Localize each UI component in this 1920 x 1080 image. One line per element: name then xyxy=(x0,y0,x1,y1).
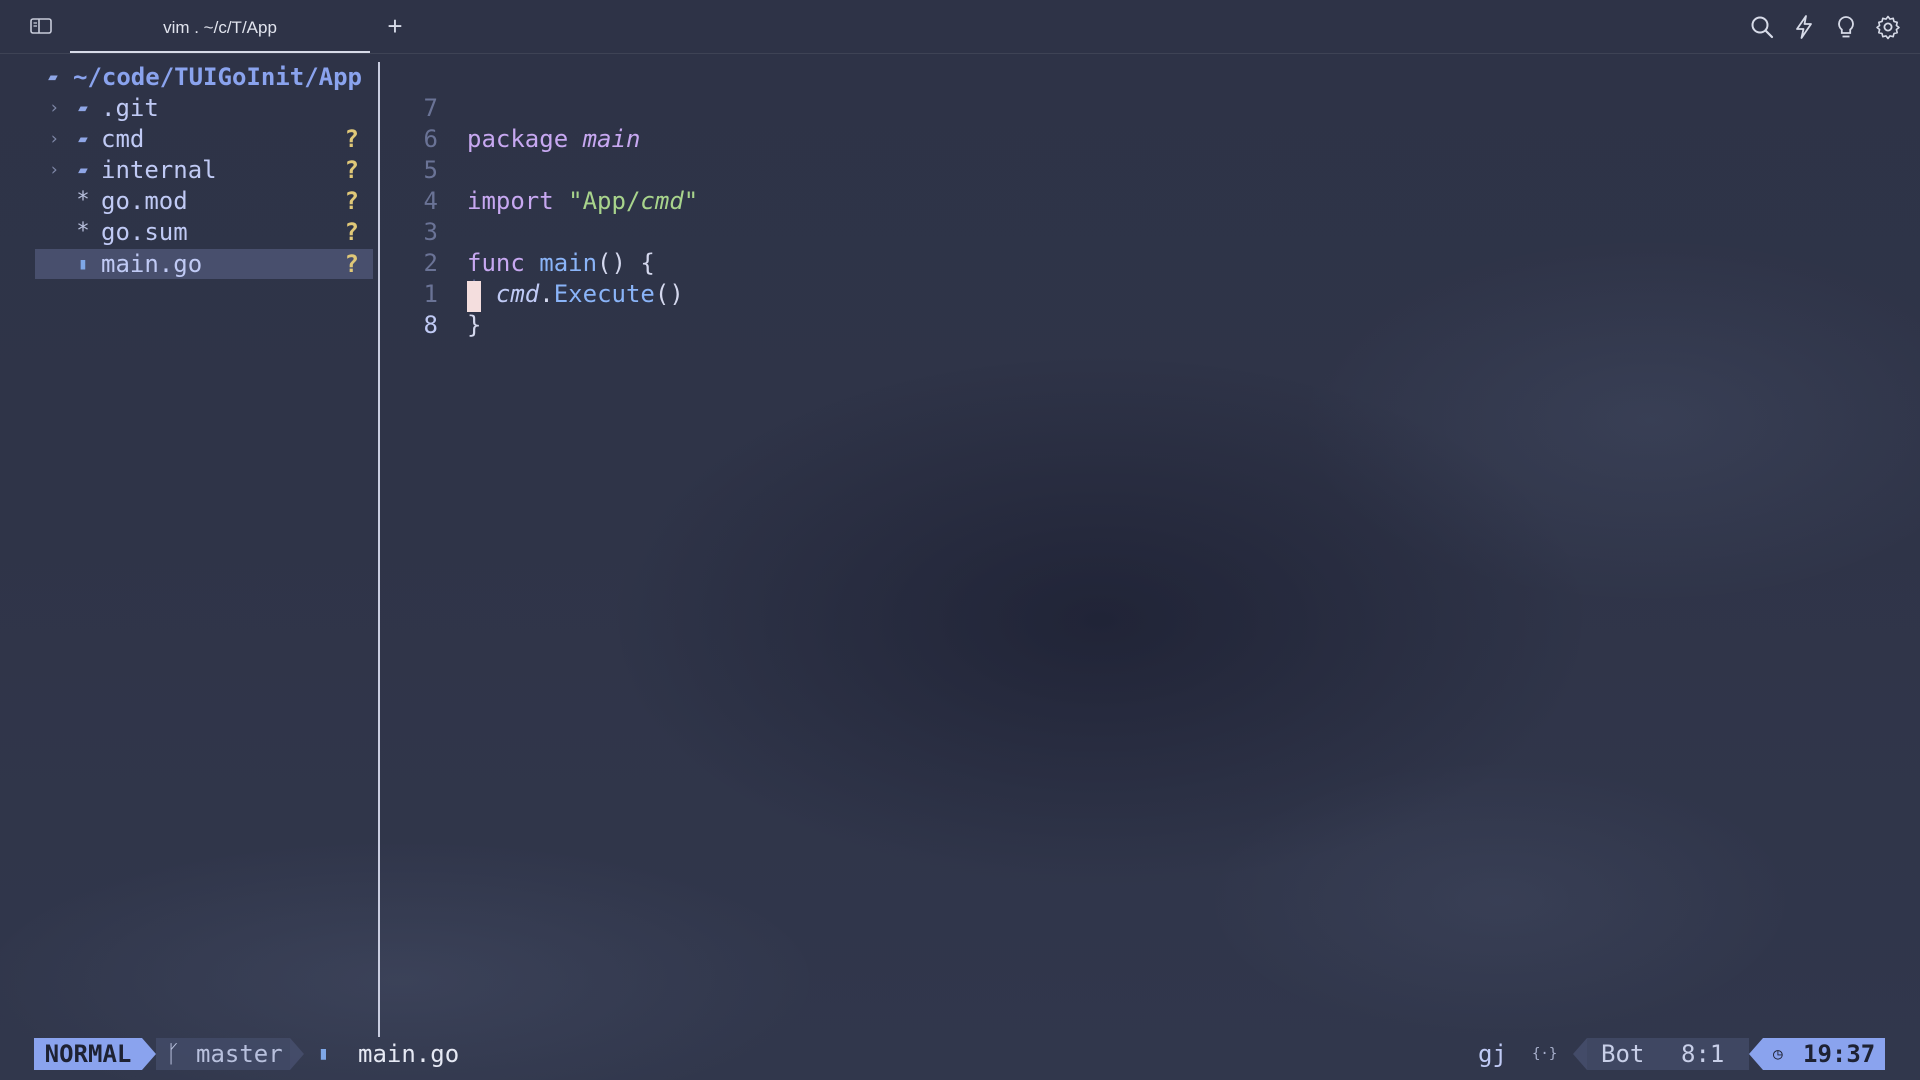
code-line: 3 func main() { xyxy=(390,186,1890,277)
pending-keys: gj xyxy=(1478,1040,1507,1068)
folder-icon: ▰ xyxy=(78,129,88,148)
chevron-right-icon: › xyxy=(49,129,60,149)
tree-item-label: go.mod xyxy=(101,187,188,215)
git-status-badge: ? xyxy=(344,250,359,278)
powerline-separator xyxy=(290,1038,304,1070)
code-line: 1 } xyxy=(390,248,1890,339)
current-file-name: main.go xyxy=(358,1040,460,1068)
git-status-badge: ? xyxy=(344,187,359,215)
clock-icon: ◷ xyxy=(1773,1044,1783,1063)
tree-root-path: ~/code/TUIGoInit/App xyxy=(73,63,362,91)
new-tab-button[interactable]: + xyxy=(382,12,408,40)
git-branch-icon: ᚴ xyxy=(166,1040,181,1068)
tab-title: vim . ~/c/T/App xyxy=(163,18,277,37)
go-file-icon: ▮ xyxy=(318,1043,329,1064)
tree-item-cmd[interactable]: › ▰ cmd ? xyxy=(35,124,373,154)
tree-root[interactable]: ▰ ~/code/TUIGoInit/App xyxy=(35,62,373,92)
tree-item-git[interactable]: › ▰ .git xyxy=(35,93,373,123)
status-line: NORMAL ᚴ master ▮ main.go gj {·} Bot 8:1… xyxy=(0,1036,1920,1072)
tree-item-main-go[interactable]: ▮ main.go ? xyxy=(35,249,373,279)
code-line: 6 xyxy=(390,93,1890,153)
tree-item-internal[interactable]: › ▰ internal ? xyxy=(35,155,373,185)
punctuation: } xyxy=(467,311,482,339)
tree-item-label: .git xyxy=(101,94,159,122)
chevron-right-icon: › xyxy=(49,160,60,180)
chevron-right-icon: › xyxy=(49,98,60,118)
tab-vim[interactable]: vim . ~/c/T/App xyxy=(70,0,370,53)
code-line: 4 xyxy=(390,155,1890,215)
tree-item-label: main.go xyxy=(101,250,203,278)
tree-item-label: go.sum xyxy=(101,218,188,246)
lightbulb-icon[interactable] xyxy=(1833,14,1859,40)
code-editor[interactable]: 7 package main 6 5 import "App/cmd" 4 3 … xyxy=(390,62,1890,1037)
code-line: 2 │ cmd.Execute() xyxy=(390,217,1890,308)
git-status-badge: ? xyxy=(344,125,359,153)
line-column: 8:1 xyxy=(1681,1040,1725,1068)
gear-icon[interactable] xyxy=(1875,14,1901,40)
text-cursor xyxy=(467,281,481,312)
powerline-separator xyxy=(142,1038,156,1070)
line-number: 8 xyxy=(423,311,438,339)
folder-icon: ▰ xyxy=(78,98,88,117)
braces-icon: {·} xyxy=(1532,1046,1558,1062)
window-split-divider[interactable] xyxy=(378,62,380,1037)
title-bar: vim . ~/c/T/App + xyxy=(0,0,1920,54)
code-line: 5 import "App/cmd" xyxy=(390,124,1890,215)
lightning-icon[interactable] xyxy=(1791,14,1817,40)
tree-item-go-mod[interactable]: * go.mod ? xyxy=(35,186,373,216)
git-branch-name: master xyxy=(196,1040,283,1068)
tree-item-go-sum[interactable]: * go.sum ? xyxy=(35,217,373,247)
asterisk-file-icon: * xyxy=(76,219,90,244)
folder-icon: ▰ xyxy=(78,160,88,179)
git-status-badge: ? xyxy=(344,156,359,184)
code-line-current: 8 xyxy=(390,279,1890,339)
file-tree: ▰ ~/code/TUIGoInit/App › ▰ .git › ▰ cmd … xyxy=(35,62,373,1032)
tree-item-label: internal xyxy=(101,156,217,184)
sidebar-toggle-icon[interactable] xyxy=(29,16,57,38)
git-branch-segment: ᚴ master xyxy=(156,1038,290,1070)
clock-segment: ◷ 19:37 xyxy=(1763,1038,1885,1070)
powerline-separator xyxy=(1749,1038,1763,1070)
search-icon[interactable] xyxy=(1749,14,1775,40)
code-line: 7 package main xyxy=(390,62,1890,153)
cursor-position-segment: Bot 8:1 xyxy=(1587,1038,1749,1070)
tree-item-label: cmd xyxy=(101,125,145,153)
folder-open-icon: ▰ xyxy=(48,67,58,86)
scroll-position: Bot xyxy=(1601,1040,1645,1068)
clock-time: 19:37 xyxy=(1803,1040,1876,1068)
git-status-badge: ? xyxy=(344,218,359,246)
powerline-separator xyxy=(1573,1038,1587,1070)
asterisk-file-icon: * xyxy=(76,188,90,213)
mode-indicator: NORMAL xyxy=(34,1038,142,1070)
go-file-icon: ▮ xyxy=(78,254,88,273)
